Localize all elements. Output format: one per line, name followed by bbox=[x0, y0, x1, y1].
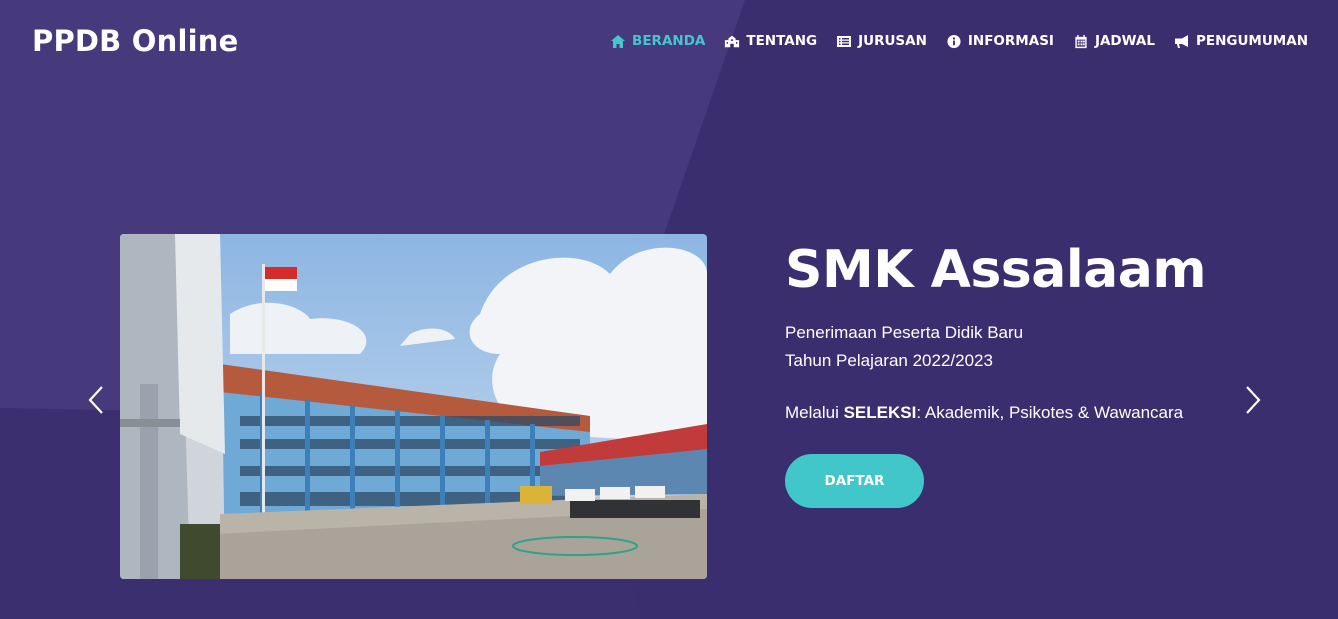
daftar-button[interactable]: DAFTAR bbox=[785, 454, 924, 508]
hero-subtitle-line1: Penerimaan Peserta Didik Baru bbox=[785, 323, 1024, 342]
list-icon bbox=[837, 35, 852, 47]
hero-text: SMK Assalaam Penerimaan Peserta Didik Ba… bbox=[785, 238, 1285, 508]
hero-selection-method: Melalui SELEKSI: Akademik, Psikotes & Wa… bbox=[785, 401, 1285, 425]
school-building-photo bbox=[120, 234, 707, 579]
main-nav: BERANDA TENTANG JURUSAN INFORMASI JADWAL… bbox=[610, 33, 1308, 49]
nav-item-pengumuman[interactable]: PENGUMUMAN bbox=[1174, 33, 1308, 49]
megaphone-icon bbox=[1174, 34, 1188, 48]
home-icon bbox=[611, 34, 626, 48]
carousel-prev-button[interactable] bbox=[85, 384, 107, 416]
nav-label: INFORMASI bbox=[967, 33, 1054, 49]
method-bold: SELEKSI bbox=[843, 403, 917, 422]
nav-label: JURUSAN bbox=[858, 33, 927, 49]
nav-item-beranda[interactable]: BERANDA bbox=[610, 33, 705, 49]
nav-label: JADWAL bbox=[1094, 33, 1155, 49]
site-header: PPDB Online BERANDA TENTANG JURUSAN INFO… bbox=[0, 0, 1338, 82]
chevron-left-icon bbox=[88, 386, 103, 414]
hero-subtitle: Penerimaan Peserta Didik Baru Tahun Pela… bbox=[785, 319, 1285, 375]
nav-item-jadwal[interactable]: JADWAL bbox=[1073, 33, 1155, 49]
nav-item-jurusan[interactable]: JURUSAN bbox=[836, 33, 927, 49]
method-suffix: : Akademik, Psikotes & Wawancara bbox=[916, 403, 1184, 422]
nav-item-informasi[interactable]: INFORMASI bbox=[946, 33, 1054, 49]
nav-label: PENGUMUMAN bbox=[1195, 33, 1308, 49]
nav-label: TENTANG bbox=[746, 33, 818, 49]
hero-subtitle-line2: Tahun Pelajaran 2022/2023 bbox=[785, 351, 993, 370]
nav-label: BERANDA bbox=[632, 33, 706, 49]
brand-logo-text[interactable]: PPDB Online bbox=[32, 24, 238, 58]
hero-title: SMK Assalaam bbox=[785, 240, 1207, 300]
method-prefix: Melalui bbox=[785, 403, 844, 422]
calendar-icon bbox=[1075, 34, 1087, 48]
info-icon bbox=[947, 34, 961, 48]
nav-item-tentang[interactable]: TENTANG bbox=[724, 33, 817, 49]
school-icon bbox=[725, 35, 740, 47]
